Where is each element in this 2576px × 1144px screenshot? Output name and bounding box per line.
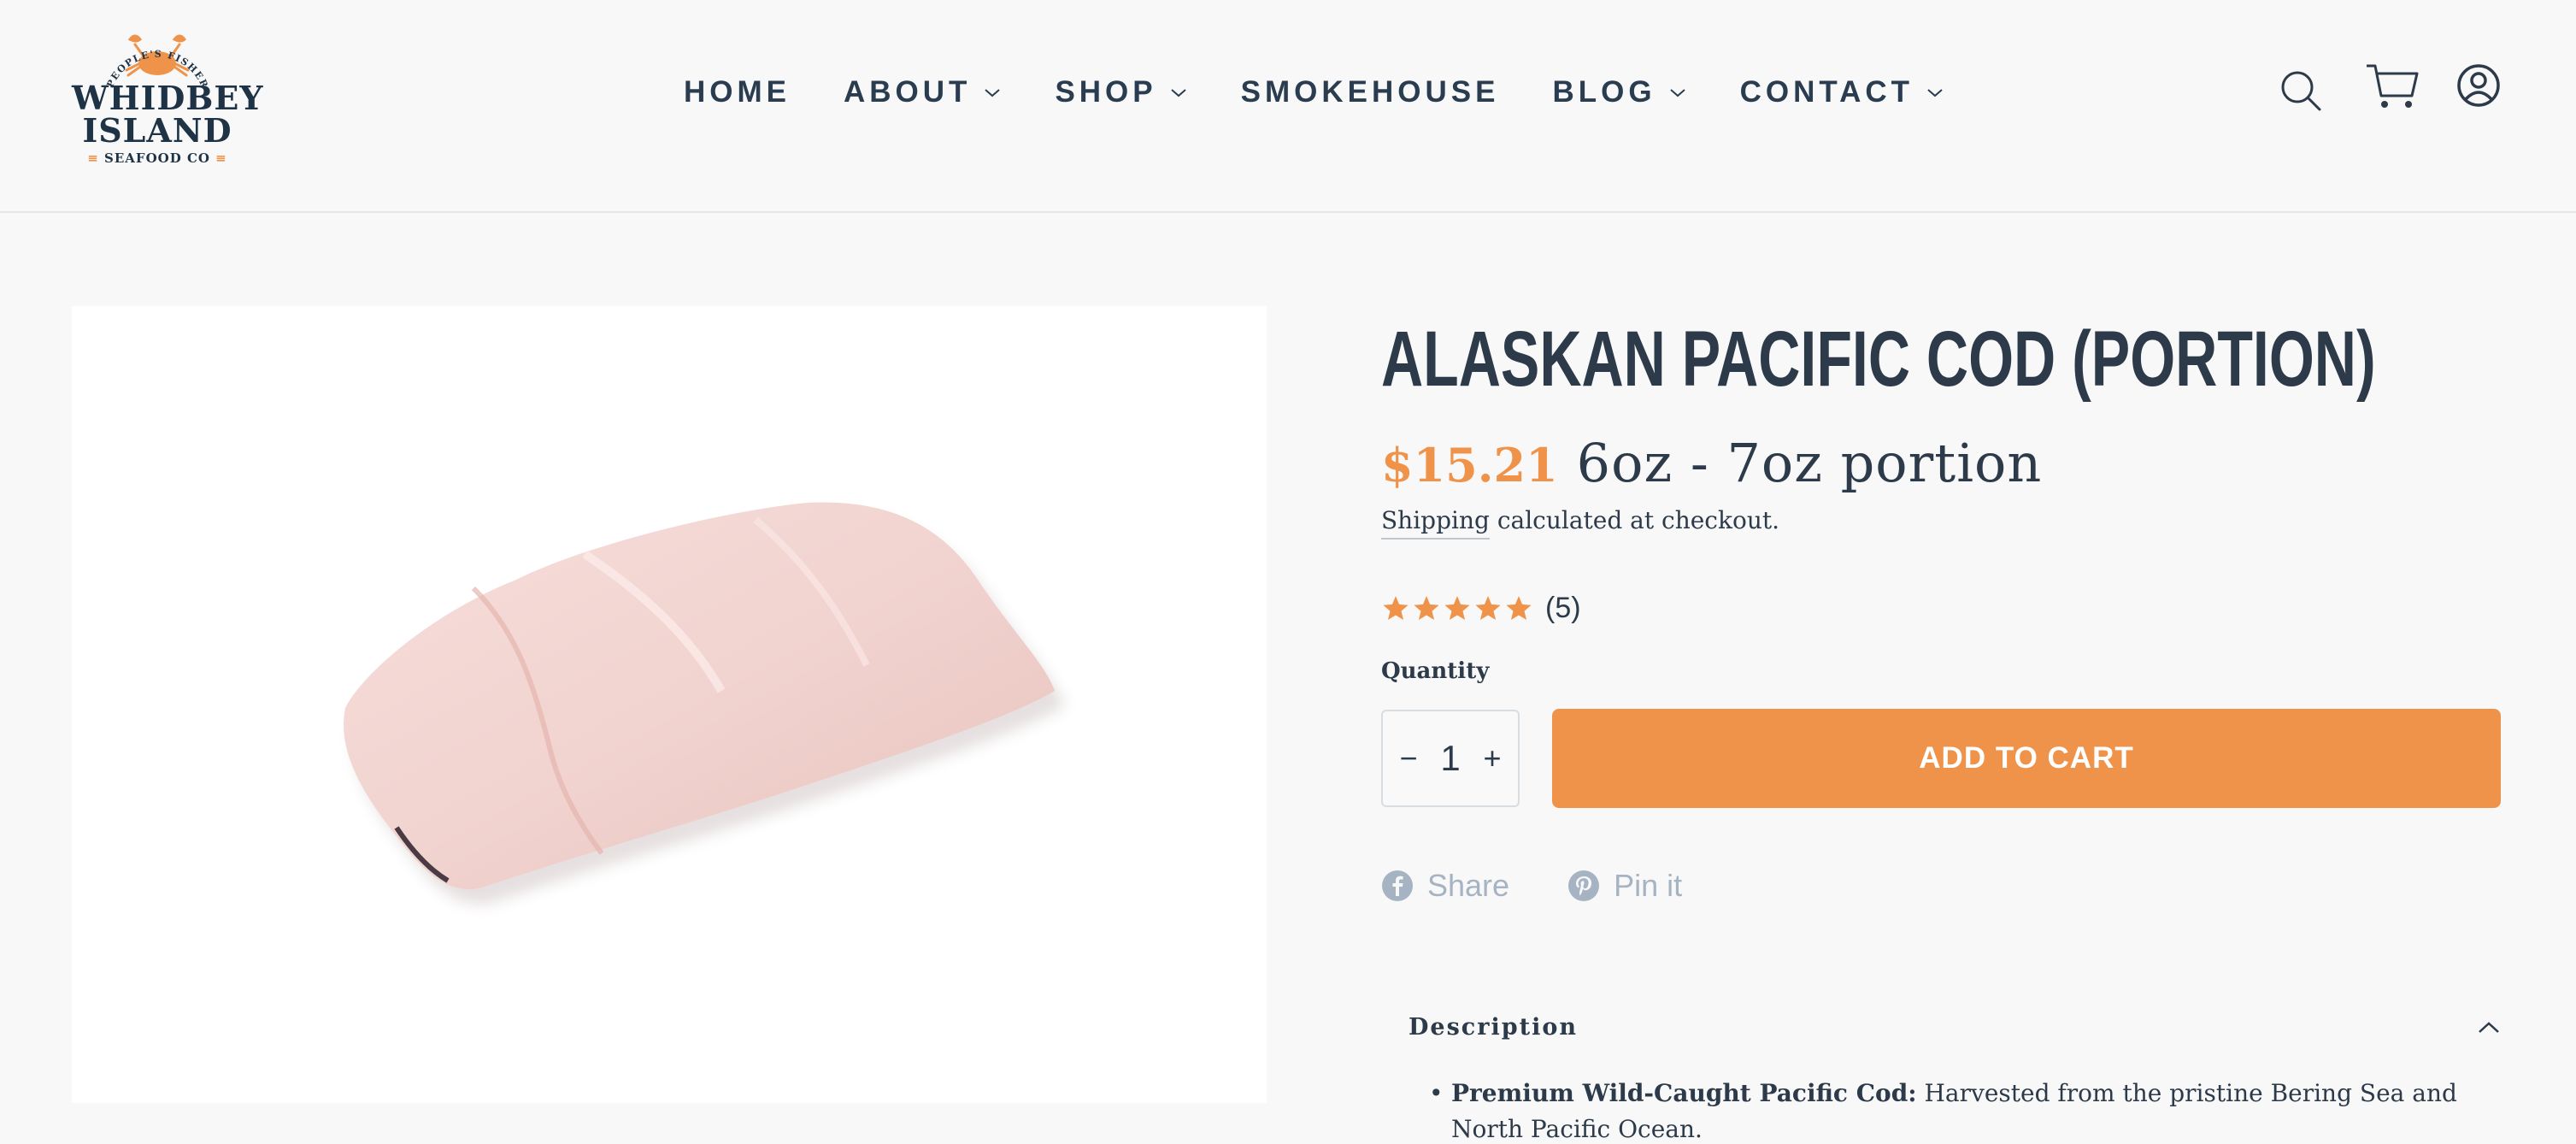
bullet-icon: • [1429, 1079, 1444, 1107]
product-title: ALASKAN PACIFIC COD (PORTION) [1381, 315, 2376, 403]
nav-blog-label: BLOG [1552, 75, 1656, 109]
star-icon [1506, 595, 1532, 620]
nav-home-label: HOME [684, 75, 791, 109]
search-icon[interactable] [2279, 68, 2323, 113]
description-title: Description [1409, 1014, 1578, 1041]
rating-count: (5) [1545, 592, 1581, 624]
nav-smokehouse[interactable]: SMOKEHOUSE [1241, 75, 1500, 109]
nav-shop-label: SHOP [1055, 75, 1157, 109]
add-to-cart-button[interactable]: ADD TO CART [1552, 709, 2501, 808]
star-icon [1414, 595, 1439, 620]
quantity-increase-button[interactable]: + [1482, 740, 1503, 776]
quantity-input[interactable]: 1 [1440, 738, 1460, 779]
shipping-note: Shipping calculated at checkout. [1381, 506, 1779, 540]
nav-blog[interactable]: BLOG [1552, 75, 1686, 109]
cart-icon[interactable] [2364, 62, 2420, 111]
facebook-share-label: Share [1427, 868, 1510, 903]
brand-logo[interactable]: THE PEOPLE'S FISHERMAN WHIDBEY ISLAND ≡ … [72, 19, 263, 166]
svg-text:THE PEOPLE'S FISHERMAN: THE PEOPLE'S FISHERMAN [72, 19, 210, 91]
shipping-text: calculated at checkout. [1489, 506, 1779, 534]
facebook-icon [1382, 870, 1413, 901]
nav-shop[interactable]: SHOP [1055, 75, 1187, 109]
chevron-down-icon [1170, 89, 1186, 97]
nav-contact[interactable]: CONTACT [1740, 75, 1945, 109]
chevron-up-icon [2479, 1021, 2499, 1033]
facebook-share-link[interactable]: Share [1381, 868, 1509, 904]
pinterest-pin-label: Pin it [1614, 868, 1683, 903]
list-item: • Premium Wild-Caught Pacific Cod: Harve… [1429, 1076, 2494, 1144]
quantity-label: Quantity [1381, 658, 1490, 684]
pinterest-pin-link[interactable]: Pin it [1567, 868, 1682, 904]
site-header: THE PEOPLE'S FISHERMAN WHIDBEY ISLAND ≡ … [0, 0, 2576, 213]
chevron-down-icon [1927, 89, 1943, 97]
shipping-link[interactable]: Shipping [1381, 506, 1490, 540]
product-rating[interactable]: (5) [1381, 592, 1581, 625]
nav-about-label: ABOUT [844, 75, 972, 109]
nav-home[interactable]: HOME [684, 75, 791, 109]
logo-line3: ≡ SEAFOOD CO ≡ [87, 150, 227, 166]
quantity-stepper: − 1 + [1381, 710, 1520, 807]
product-variant: 6oz - 7oz portion [1576, 432, 2043, 494]
chevron-down-icon [985, 89, 1001, 97]
description-list: • Premium Wild-Caught Pacific Cod: Harve… [1429, 1076, 2494, 1144]
price-row: $15.21 6oz - 7oz portion [1381, 432, 2042, 494]
cod-fillet-image [344, 502, 1065, 905]
nav-contact-label: CONTACT [1739, 75, 1914, 109]
quantity-decrease-button[interactable]: − [1398, 740, 1419, 776]
description-toggle[interactable]: Description [1409, 1014, 2501, 1041]
pinterest-icon [1568, 870, 1600, 901]
product-image[interactable] [72, 306, 1267, 1103]
logo-line2: ISLAND [82, 111, 232, 150]
star-icon [1475, 595, 1501, 620]
logo-arc-text: THE PEOPLE'S FISHERMAN [72, 19, 210, 91]
main-nav: HOME ABOUT SHOP SMOKEHOUSE BLOG CONTACT [684, 72, 1944, 113]
star-icon [1444, 595, 1470, 620]
logo-line3-text: SEAFOOD CO [104, 150, 210, 166]
account-icon[interactable] [2456, 63, 2501, 108]
share-row: Share Pin it [1381, 868, 1740, 904]
description-bullet-bold: Premium Wild-Caught Pacific Cod: [1451, 1079, 1917, 1107]
product-price: $15.21 [1381, 438, 1558, 492]
nav-about[interactable]: ABOUT [844, 75, 1002, 109]
nav-smokehouse-label: SMOKEHOUSE [1240, 75, 1500, 109]
chevron-down-icon [1669, 89, 1685, 97]
star-icon [1383, 595, 1409, 620]
